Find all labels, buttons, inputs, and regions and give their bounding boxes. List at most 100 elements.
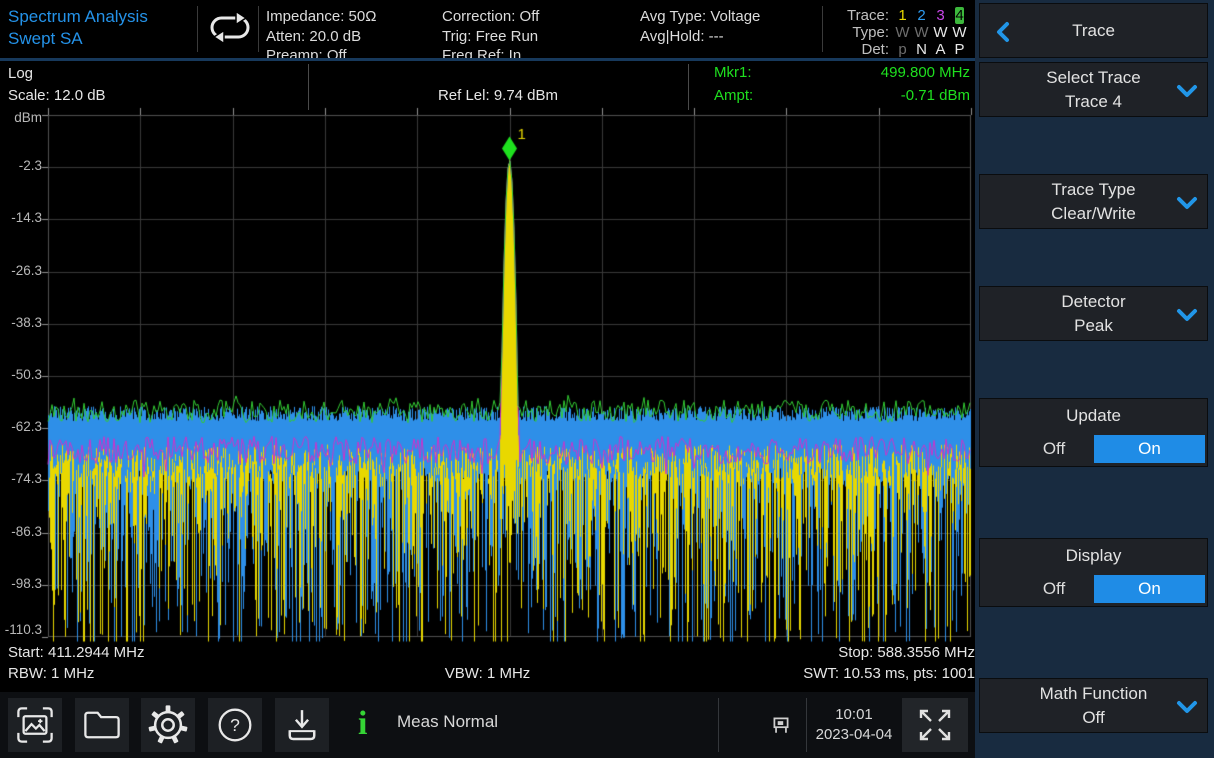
trace-legend-row-label: Trace: bbox=[843, 7, 893, 24]
spectrum-canvas[interactable] bbox=[40, 107, 979, 645]
trace-type-label: Trace Type bbox=[1051, 178, 1135, 202]
trace-1-type: W bbox=[893, 24, 912, 41]
y-axis-tick-label: -38.3 bbox=[0, 315, 42, 330]
detector-label: Detector bbox=[1061, 290, 1125, 314]
detector-button[interactable]: Detector Peak bbox=[979, 286, 1208, 341]
y-axis-tick-label: -110.3 bbox=[0, 622, 42, 637]
trace-4-number-selected[interactable]: 4 bbox=[950, 7, 969, 24]
update-toggle-title: Update bbox=[980, 399, 1207, 426]
header-bar: Spectrum Analysis Swept SA Impedance: 50… bbox=[0, 0, 975, 58]
trace-legend[interactable]: Trace: 1 2 3 4 Type: W W W W Det: p N A … bbox=[843, 7, 969, 58]
math-function-label: Math Function bbox=[1040, 682, 1148, 706]
save-button[interactable] bbox=[275, 698, 329, 752]
screenshot-button[interactable] bbox=[8, 698, 62, 752]
marker-1-label: Mkr1: bbox=[714, 64, 752, 81]
sweep-time-points: SWT: 10.53 ms, pts: 1001 bbox=[0, 665, 975, 682]
svg-text:?: ? bbox=[230, 715, 240, 735]
expand-arrows-button[interactable] bbox=[902, 698, 968, 752]
trace-4-type: W bbox=[950, 24, 969, 41]
header-divider bbox=[822, 6, 823, 52]
info-icon: i bbox=[358, 700, 367, 748]
chevron-down-icon bbox=[1175, 194, 1199, 218]
continuous-sweep-icon[interactable] bbox=[203, 10, 255, 46]
toolbar-divider bbox=[718, 698, 719, 752]
trace-1-number[interactable]: 1 bbox=[893, 7, 912, 24]
chevron-down-icon bbox=[1175, 698, 1199, 722]
trace-type-button[interactable]: Trace Type Clear/Write bbox=[979, 174, 1208, 229]
time-value: 10:01 bbox=[808, 705, 900, 725]
trace-2-number[interactable]: 2 bbox=[912, 7, 931, 24]
math-function-button[interactable]: Math Function Off bbox=[979, 678, 1208, 733]
clock-date[interactable]: 10:01 2023-04-04 bbox=[808, 698, 900, 752]
setting-avg-type: Avg Type: Voltage bbox=[640, 7, 760, 27]
date-value: 2023-04-04 bbox=[808, 725, 900, 745]
menu-header-trace[interactable]: Trace bbox=[979, 3, 1208, 58]
select-trace-value: Trace 4 bbox=[1065, 90, 1122, 114]
toolbar-divider bbox=[806, 698, 807, 752]
math-function-value: Off bbox=[1082, 706, 1104, 730]
update-off-button[interactable]: Off bbox=[1024, 439, 1084, 459]
setting-avg-hold: Avg|Hold: --- bbox=[640, 27, 760, 47]
folder-icon bbox=[81, 704, 123, 746]
header-settings-group-2: Correction: Off Trig: Free Run Freq Ref:… bbox=[442, 7, 539, 66]
chevron-down-icon bbox=[1175, 306, 1199, 330]
type-row-label: Type: bbox=[843, 24, 893, 41]
settings-button[interactable] bbox=[141, 698, 195, 752]
detector-value: Peak bbox=[1074, 314, 1113, 338]
display-toggle-group: Display Off On bbox=[979, 538, 1208, 607]
spectrum-analyzer-screen: Spectrum Analysis Swept SA Impedance: 50… bbox=[0, 0, 1214, 758]
header-divider bbox=[197, 6, 198, 52]
bottom-toolbar: ? i Meas Normal 10:01 2023-04-04 bbox=[0, 692, 975, 758]
y-axis-tick-label: -2.3 bbox=[0, 158, 42, 173]
marker-1-ampt-label: Ampt: bbox=[714, 87, 753, 104]
y-axis-tick-label: -62.3 bbox=[0, 419, 42, 434]
display-toggle-title: Display bbox=[980, 539, 1207, 566]
marker-1-frequency: 499.800 MHz bbox=[881, 64, 970, 81]
y-axis-tick-label: -50.3 bbox=[0, 367, 42, 382]
y-axis-tick-label: -86.3 bbox=[0, 524, 42, 539]
readout-divider bbox=[688, 64, 689, 110]
gear-icon bbox=[147, 704, 189, 746]
det-row-label: Det: bbox=[843, 41, 893, 58]
expand-arrows-icon bbox=[912, 704, 958, 746]
trace-3-type: W bbox=[931, 24, 950, 41]
select-trace-button[interactable]: Select Trace Trace 4 bbox=[979, 62, 1208, 117]
menu-title: Trace bbox=[1072, 21, 1115, 41]
file-browser-button[interactable] bbox=[75, 698, 129, 752]
measurement-status: Meas Normal bbox=[397, 712, 498, 732]
setting-trigger: Trig: Free Run bbox=[442, 27, 539, 47]
side-menu-panel: Trace Select Trace Trace 4 Trace Type Cl… bbox=[975, 0, 1214, 758]
setting-atten: Atten: 20.0 dB bbox=[266, 27, 376, 47]
marker-1-amplitude: -0.71 dBm bbox=[901, 87, 970, 104]
header-divider bbox=[258, 6, 259, 52]
trace-type-value: Clear/Write bbox=[1051, 202, 1136, 226]
select-trace-label: Select Trace bbox=[1046, 66, 1141, 90]
back-chevron-icon[interactable] bbox=[994, 21, 1012, 48]
update-on-button[interactable]: On bbox=[1094, 435, 1205, 463]
y-axis-tick-label: -74.3 bbox=[0, 471, 42, 486]
y-axis-tick-label: -14.3 bbox=[0, 210, 42, 225]
help-icon: ? bbox=[214, 704, 256, 746]
screenshot-icon bbox=[14, 704, 56, 746]
y-axis-tick-label: -26.3 bbox=[0, 263, 42, 278]
y-axis-tick-label: -98.3 bbox=[0, 576, 42, 591]
update-toggle-group: Update Off On bbox=[979, 398, 1208, 467]
setting-correction: Correction: Off bbox=[442, 7, 539, 27]
chevron-down-icon bbox=[1175, 82, 1199, 106]
display-on-button[interactable]: On bbox=[1094, 575, 1205, 603]
trace-3-detector: A bbox=[931, 41, 950, 58]
ref-level: Ref Lel: 9.74 dBm bbox=[308, 87, 688, 104]
header-settings-group-1: Impedance: 50Ω Atten: 20.0 dB Preamp: Of… bbox=[266, 7, 376, 66]
help-button[interactable]: ? bbox=[208, 698, 262, 752]
lock-icon[interactable] bbox=[754, 698, 808, 752]
trace-4-detector: P bbox=[950, 41, 969, 58]
save-download-icon bbox=[281, 704, 323, 746]
header-settings-group-3: Avg Type: Voltage Avg|Hold: --- bbox=[640, 7, 760, 46]
trace-2-type: W bbox=[912, 24, 931, 41]
trace-3-number[interactable]: 3 bbox=[931, 7, 950, 24]
trace-2-detector: N bbox=[912, 41, 931, 58]
stop-frequency: Stop: 588.3556 MHz bbox=[0, 644, 975, 661]
y-axis-unit: dBm bbox=[0, 110, 42, 125]
trace-1-detector: p bbox=[893, 41, 912, 58]
display-off-button[interactable]: Off bbox=[1024, 579, 1084, 599]
